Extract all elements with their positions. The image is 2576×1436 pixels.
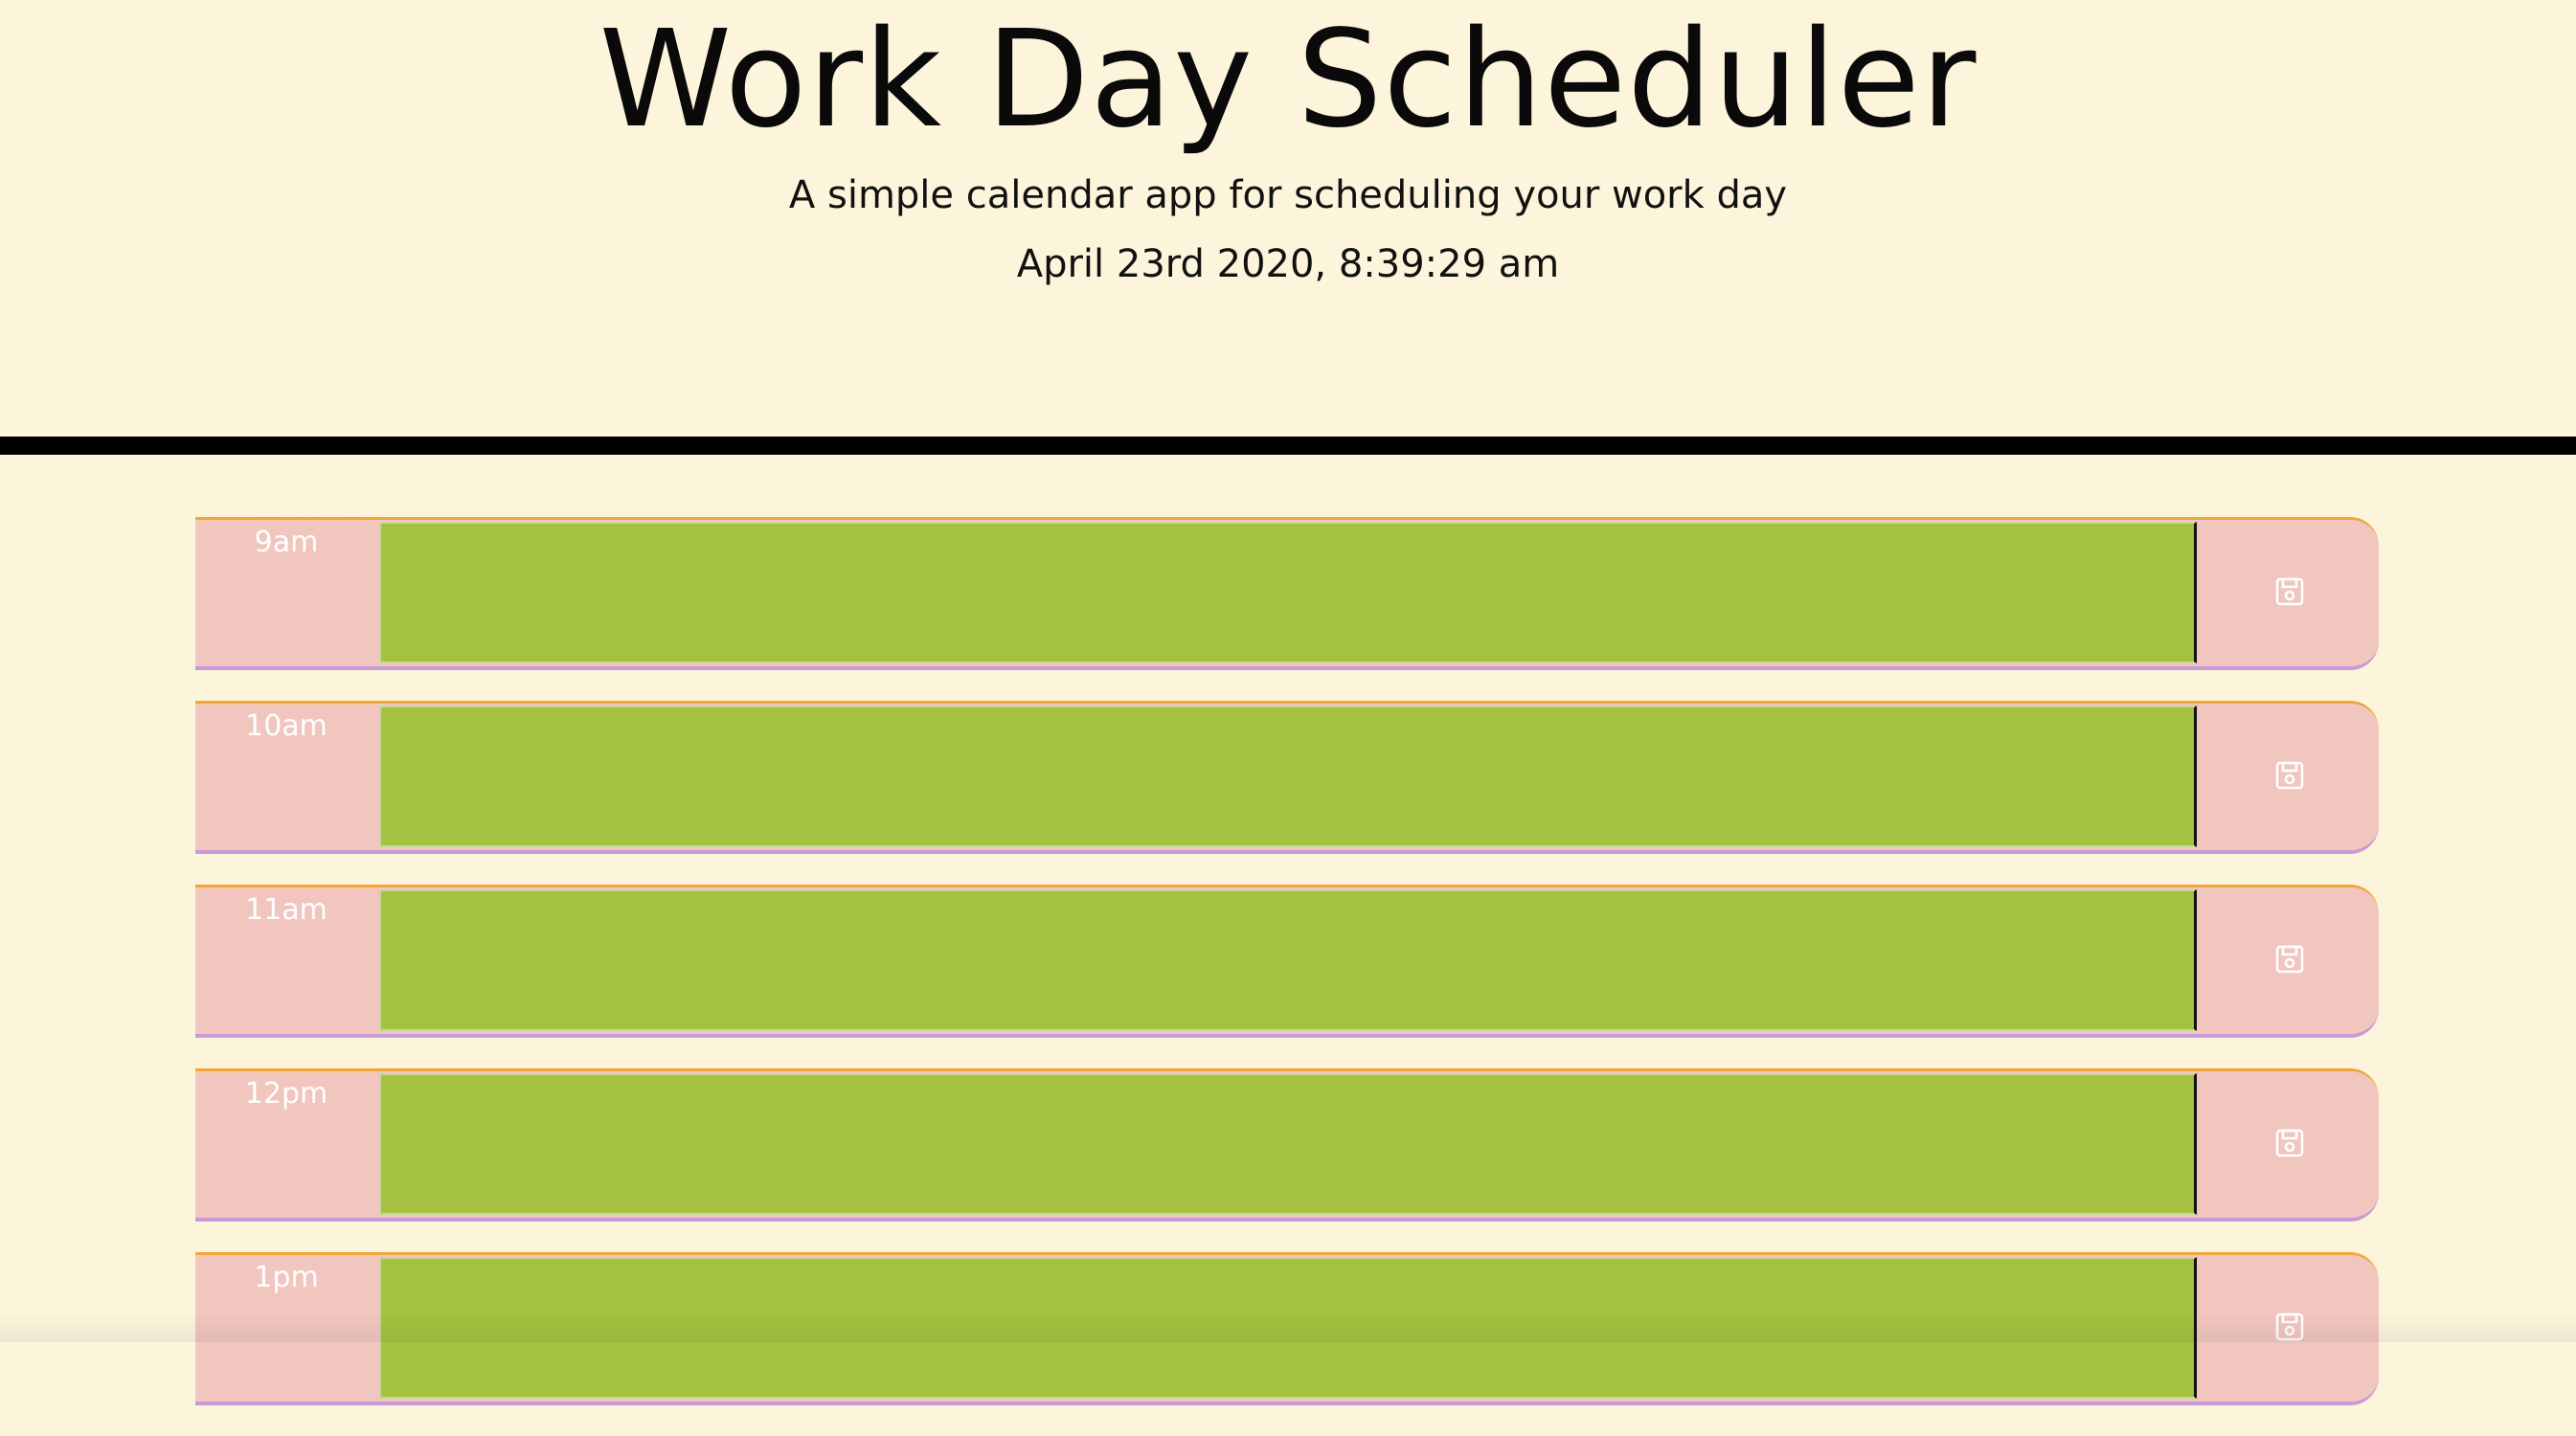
description-textarea[interactable] bbox=[379, 706, 2197, 847]
save-button[interactable] bbox=[2200, 520, 2379, 666]
hour-label: 10am bbox=[195, 704, 377, 850]
description-textarea[interactable] bbox=[379, 1257, 2197, 1399]
hour-label: 1pm bbox=[195, 1255, 377, 1402]
page-title: Work Day Scheduler bbox=[599, 2, 1977, 158]
save-icon bbox=[2275, 761, 2304, 790]
description-textarea[interactable] bbox=[379, 522, 2197, 663]
time-block-9am: 9am bbox=[195, 517, 2379, 670]
hour-label: 12pm bbox=[195, 1071, 377, 1218]
header-divider bbox=[0, 437, 2576, 455]
description-textarea[interactable] bbox=[379, 889, 2197, 1031]
time-block-10am: 10am bbox=[195, 701, 2379, 854]
header-jumbotron: Work Day Scheduler A simple calendar app… bbox=[0, 0, 2576, 437]
save-button[interactable] bbox=[2200, 1255, 2379, 1402]
save-icon bbox=[2275, 1129, 2304, 1157]
time-blocks-container: 9am 10am 11am 12pm 1pm bbox=[195, 517, 2379, 1436]
save-icon bbox=[2275, 577, 2304, 606]
save-button[interactable] bbox=[2200, 887, 2379, 1034]
current-datetime: April 23rd 2020, 8:39:29 am bbox=[1016, 242, 1560, 286]
hour-label: 11am bbox=[195, 887, 377, 1034]
time-block-11am: 11am bbox=[195, 885, 2379, 1038]
time-block-12pm: 12pm bbox=[195, 1068, 2379, 1222]
save-icon bbox=[2275, 945, 2304, 974]
save-button[interactable] bbox=[2200, 704, 2379, 850]
page-lead: A simple calendar app for scheduling you… bbox=[788, 173, 1788, 217]
hour-label: 9am bbox=[195, 520, 377, 666]
save-icon bbox=[2275, 1313, 2304, 1341]
save-button[interactable] bbox=[2200, 1071, 2379, 1218]
description-textarea[interactable] bbox=[379, 1073, 2197, 1215]
time-block-1pm: 1pm bbox=[195, 1252, 2379, 1405]
